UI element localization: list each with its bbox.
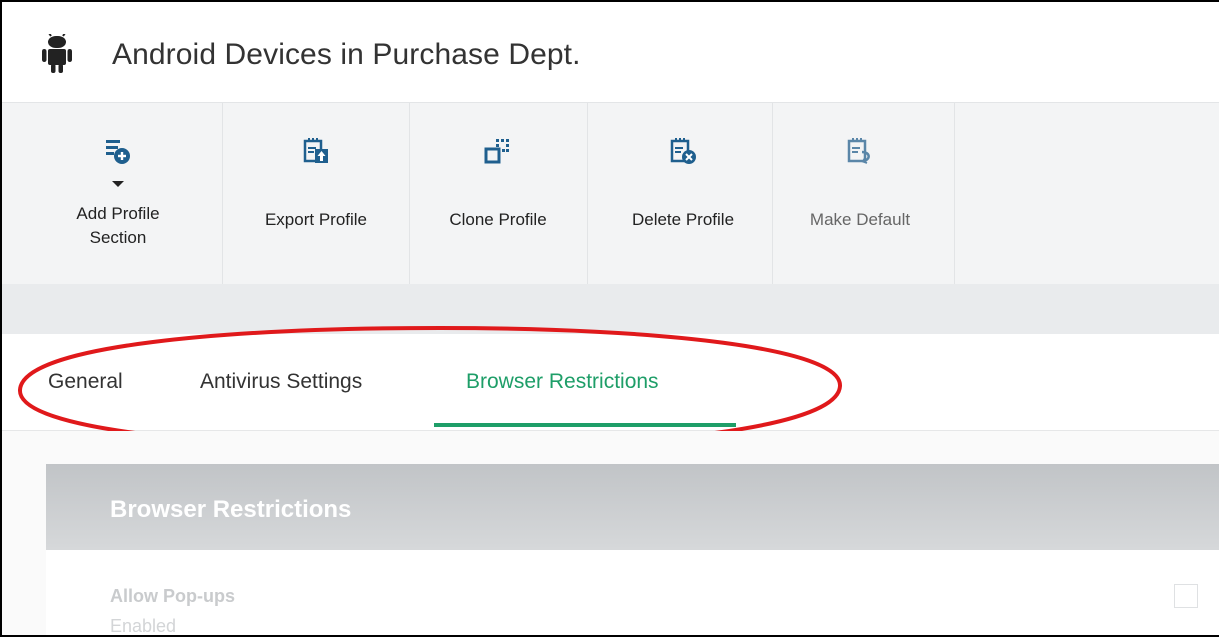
make-default-button[interactable]: Make Default xyxy=(780,103,940,284)
page-title: Android Devices in Purchase Dept. xyxy=(112,38,581,71)
delete-icon xyxy=(670,138,696,164)
profile-tabs: General Antivirus Settings Browser Restr… xyxy=(2,334,1219,431)
delete-profile-label: Delete Profile xyxy=(631,210,735,229)
clone-profile-button[interactable]: Clone Profile xyxy=(418,103,578,284)
window: Android Devices in Purchase Dept. Add Pr… xyxy=(0,0,1219,637)
clone-icon xyxy=(484,139,509,164)
clone-profile-label: Clone Profile xyxy=(449,210,547,229)
export-profile-button[interactable]: Export Profile xyxy=(234,103,398,284)
toolbar-spacer xyxy=(2,284,1219,334)
toolbar-divider xyxy=(409,103,410,284)
toolbar-divider xyxy=(587,103,588,284)
add-profile-section-button[interactable]: Add Profile Section xyxy=(38,103,198,284)
add-section-icon xyxy=(106,140,130,164)
setting-label: Allow Pop-ups xyxy=(110,586,235,606)
make-default-label: Make Default xyxy=(809,210,911,229)
add-profile-label-line1: Add Profile xyxy=(76,204,160,223)
tab-browser-restrictions[interactable]: Browser Restrictions xyxy=(466,370,659,394)
active-tab-indicator xyxy=(434,423,736,427)
section-header: Browser Restrictions xyxy=(46,464,1219,550)
chevron-down-icon xyxy=(112,181,124,187)
export-profile-label: Export Profile xyxy=(264,210,368,229)
setting-checkbox[interactable] xyxy=(1174,584,1198,608)
tab-general[interactable]: General xyxy=(48,370,123,394)
section-title: Browser Restrictions xyxy=(110,496,352,523)
add-profile-label-line2: Section xyxy=(89,228,147,247)
make-default-icon xyxy=(847,138,870,164)
delete-profile-button[interactable]: Delete Profile xyxy=(598,103,768,284)
export-icon xyxy=(303,138,328,163)
profile-toolbar: Add Profile Section Export Profile Clone… xyxy=(2,102,1219,285)
toolbar-divider xyxy=(222,103,223,284)
android-icon xyxy=(42,34,72,73)
toolbar-divider xyxy=(772,103,773,284)
setting-value: Enabled xyxy=(110,616,177,636)
setting-row: Allow Pop-ups Enabled xyxy=(46,550,1219,636)
toolbar-divider xyxy=(954,103,955,284)
tab-antivirus-settings[interactable]: Antivirus Settings xyxy=(200,370,362,394)
page-header: Android Devices in Purchase Dept. xyxy=(2,2,1219,102)
